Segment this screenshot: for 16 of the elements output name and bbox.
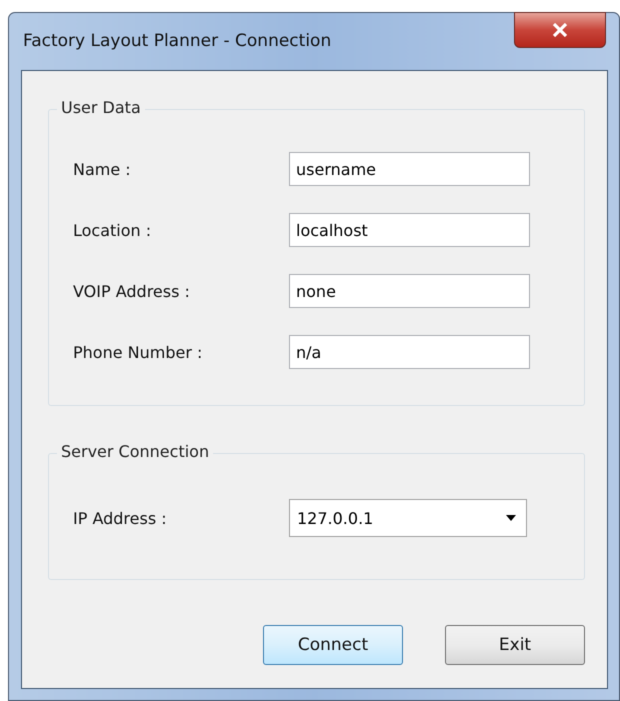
field-label: VOIP Address : [73, 282, 191, 300]
dialog-button[interactable]: Connect [263, 625, 403, 665]
input-field[interactable]: n/a [289, 335, 530, 369]
field-label: IP Address : [73, 508, 168, 528]
input-field[interactable]: username [289, 152, 530, 186]
input-field[interactable]: localhost [289, 213, 530, 247]
field-label: Phone Number : [73, 342, 204, 362]
field-label: Name : [73, 160, 132, 178]
close-icon [552, 23, 568, 37]
close-button[interactable] [514, 12, 606, 48]
input-field[interactable]: none [289, 274, 530, 308]
dropdown[interactable]: 127.0.0.1 [289, 499, 527, 537]
dialog-button[interactable]: Exit [445, 625, 585, 665]
window-title: Factory Layout Planner - Connection [23, 31, 332, 51]
caret-icon [506, 515, 516, 521]
field-label: Location : [73, 220, 152, 240]
